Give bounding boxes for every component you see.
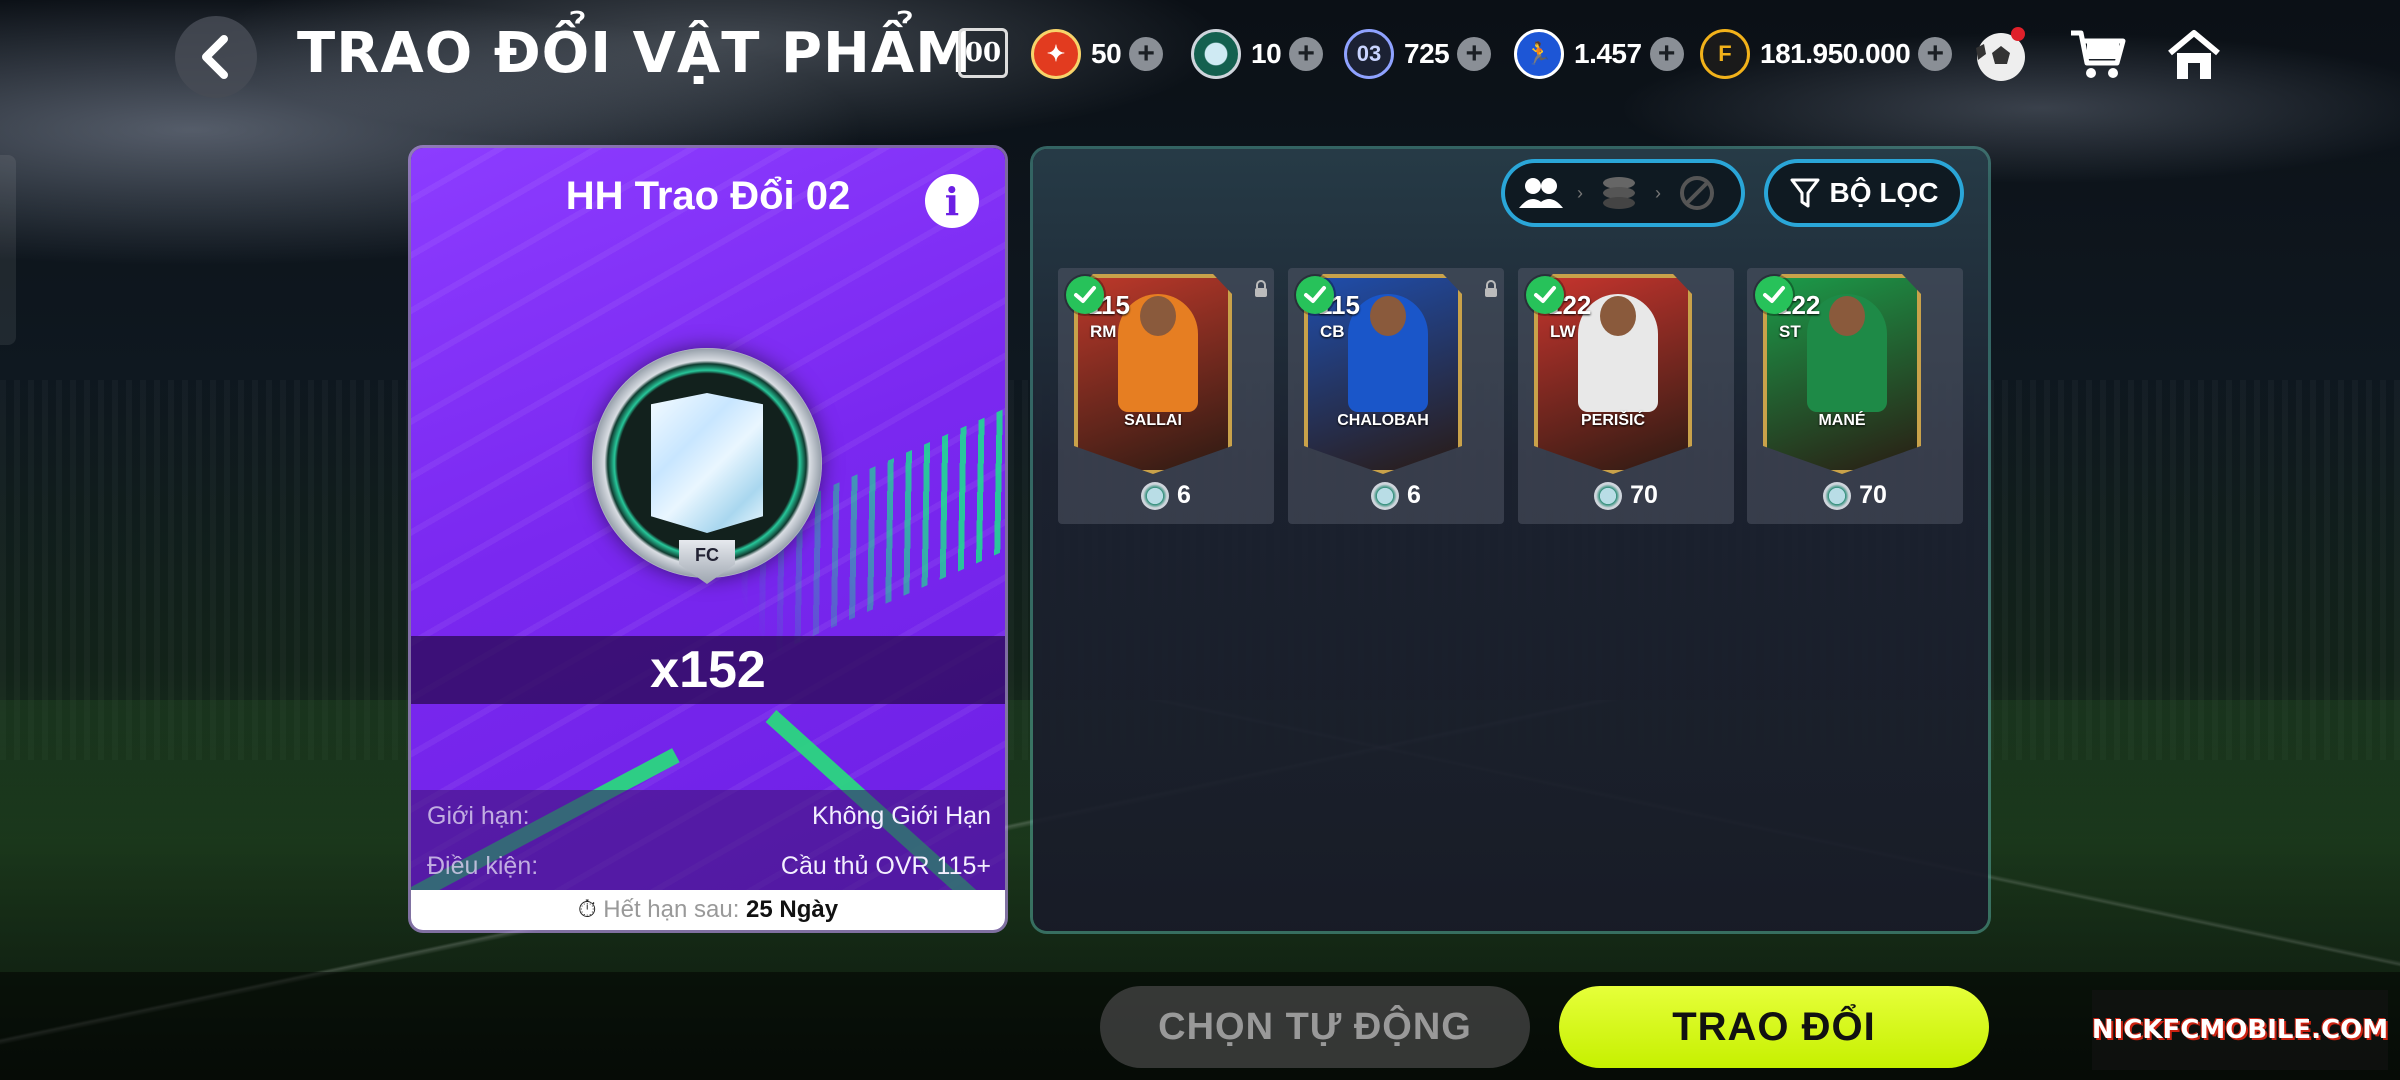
shield-token-icon [1141,481,1170,510]
player-card-slot[interactable]: 122 ST MANÉ 70 [1747,268,1963,524]
selected-check-icon [1296,276,1334,314]
add-currency-button[interactable]: + [1649,37,1684,71]
funnel-icon [1790,178,1820,208]
currency-value: 10 [1251,38,1282,69]
lock-icon [1485,280,1497,297]
condition-value: Cầu thủ OVR 115+ [780,852,991,880]
lock-icon [1255,280,1267,297]
limit-value: Không Giới Hạn [812,802,991,830]
exchange-item-panel: HH Trao Đổi 02 i FC x152 Giới hạn: Không… [411,148,1005,930]
add-currency-button[interactable]: + [1918,37,1953,71]
chevron-left-icon [202,35,228,79]
filter-label: BỘ LỌC [1829,177,1939,208]
football-icon [1976,27,2025,81]
cost-value: 70 [1630,481,1658,509]
add-currency-button[interactable]: + [1129,37,1164,71]
exchange-cost: 70 [1747,481,1963,510]
fc-coin-icon: F [1700,29,1750,79]
football-button[interactable] [1968,22,2034,88]
cost-value: 6 [1177,481,1191,509]
shield-token-icon [1823,481,1852,510]
player-card-slot[interactable]: 115 RM SALLAI 6 [1058,268,1274,524]
timer-icon: ⏱ [577,896,597,923]
season-badge[interactable]: 00 [958,28,1008,78]
sort-coins-option[interactable] [1583,175,1655,211]
watermark-logo: NICKFCMOBILE.COM [2092,990,2388,1070]
exchange-info: Giới hạn: Không Giới Hạn Điều kiện: Cầu … [411,790,1005,890]
selected-check-icon [1755,276,1793,314]
sort-toggle[interactable]: › › [1505,163,1741,223]
currency-value: 181.950.000 [1760,38,1911,69]
currency-value: 50 [1091,38,1122,69]
exchange-cost: 70 [1518,481,1734,510]
player-card-slot[interactable]: 115 CB CHALOBAH 6 [1288,268,1504,524]
exchange-cost: 6 [1288,481,1504,510]
shield-token-icon [1191,29,1241,79]
condition-row: Điều kiện: Cầu thủ OVR 115+ [427,844,991,888]
player-position: RM [1090,322,1117,341]
expire-value: 25 Ngày [746,896,839,923]
sort-disabled-option[interactable] [1661,174,1733,212]
runner-token-icon: 🏃 [1514,29,1564,79]
cost-value: 70 [1859,481,1887,509]
player-name: CHALOBAH [1337,412,1429,429]
cart-icon [2071,30,2126,78]
currency-value: 725 [1404,38,1450,69]
expire-label: Hết hạn sau: [603,896,740,923]
selected-check-icon [1526,276,1564,314]
currency-card-token[interactable]: 03 725 + [1344,26,1492,82]
auto-select-button[interactable]: CHỌN TỰ ĐỘNG [1100,986,1530,1068]
add-currency-button[interactable]: + [1457,37,1492,71]
filter-button[interactable]: BỘ LỌC [1768,163,1960,223]
users-icon [1519,178,1563,208]
side-drawer-handle[interactable] [0,155,16,345]
home-button[interactable] [2161,22,2227,88]
item-quantity: x152 [411,636,1005,704]
shop-button[interactable] [2065,22,2131,88]
player-position: LW [1550,322,1576,341]
puzzle-token-icon: ✦ [1031,29,1081,79]
sort-players-option[interactable] [1505,176,1577,210]
add-currency-button[interactable]: + [1289,37,1324,71]
currency-fc-coins[interactable]: F 181.950.000 + [1700,26,1953,82]
shield-token-icon [1594,481,1623,510]
player-name: SALLAI [1124,412,1182,429]
player-head [1140,296,1176,336]
currency-value: 1.457 [1574,38,1642,69]
limit-row: Giới hạn: Không Giới Hạn [427,794,991,838]
shield-token-icon [1371,481,1400,510]
player-name: PERIŠIĆ [1580,412,1645,429]
limit-label: Giới hạn: [427,802,530,830]
ban-icon [1680,176,1714,210]
coin-stack-icon [1603,177,1635,209]
exchange-item-title: HH Trao Đổi 02 [565,174,851,218]
card-token-icon: 03 [1344,29,1394,79]
currency-orange-token[interactable]: ✦ 50 + [1031,26,1164,82]
currency-shield-token[interactable]: 10 + [1191,26,1324,82]
player-selection-panel: › › BỘ LỌC 115 RM SALLAI 6 115 CB CHALOBAH 6 122… [1033,149,1988,931]
page-title: TRAO ĐỔI VẬT PHẨM [297,21,972,86]
trade-button[interactable]: TRAO ĐỔI [1559,986,1989,1068]
currency-player-token[interactable]: 🏃 1.457 + [1514,26,1684,82]
player-head [1370,296,1406,336]
expire-bar: ⏱ Hết hạn sau: 25 Ngày [411,890,1005,930]
player-position: ST [1779,322,1801,341]
condition-label: Điều kiện: [427,852,539,880]
selected-check-icon [1066,276,1104,314]
home-icon [2168,30,2220,79]
player-head [1829,296,1865,336]
info-button[interactable]: i [925,174,979,228]
player-position: CB [1320,322,1345,341]
shield-icon [651,393,763,533]
back-button[interactable] [175,16,257,98]
player-name: MANÉ [1818,412,1866,429]
player-card-slot[interactable]: 122 LW PERIŠIĆ 70 [1518,268,1734,524]
fc-logo-tag: FC [679,540,735,584]
player-head [1600,296,1636,336]
exchange-cost: 6 [1058,481,1274,510]
cost-value: 6 [1407,481,1421,509]
